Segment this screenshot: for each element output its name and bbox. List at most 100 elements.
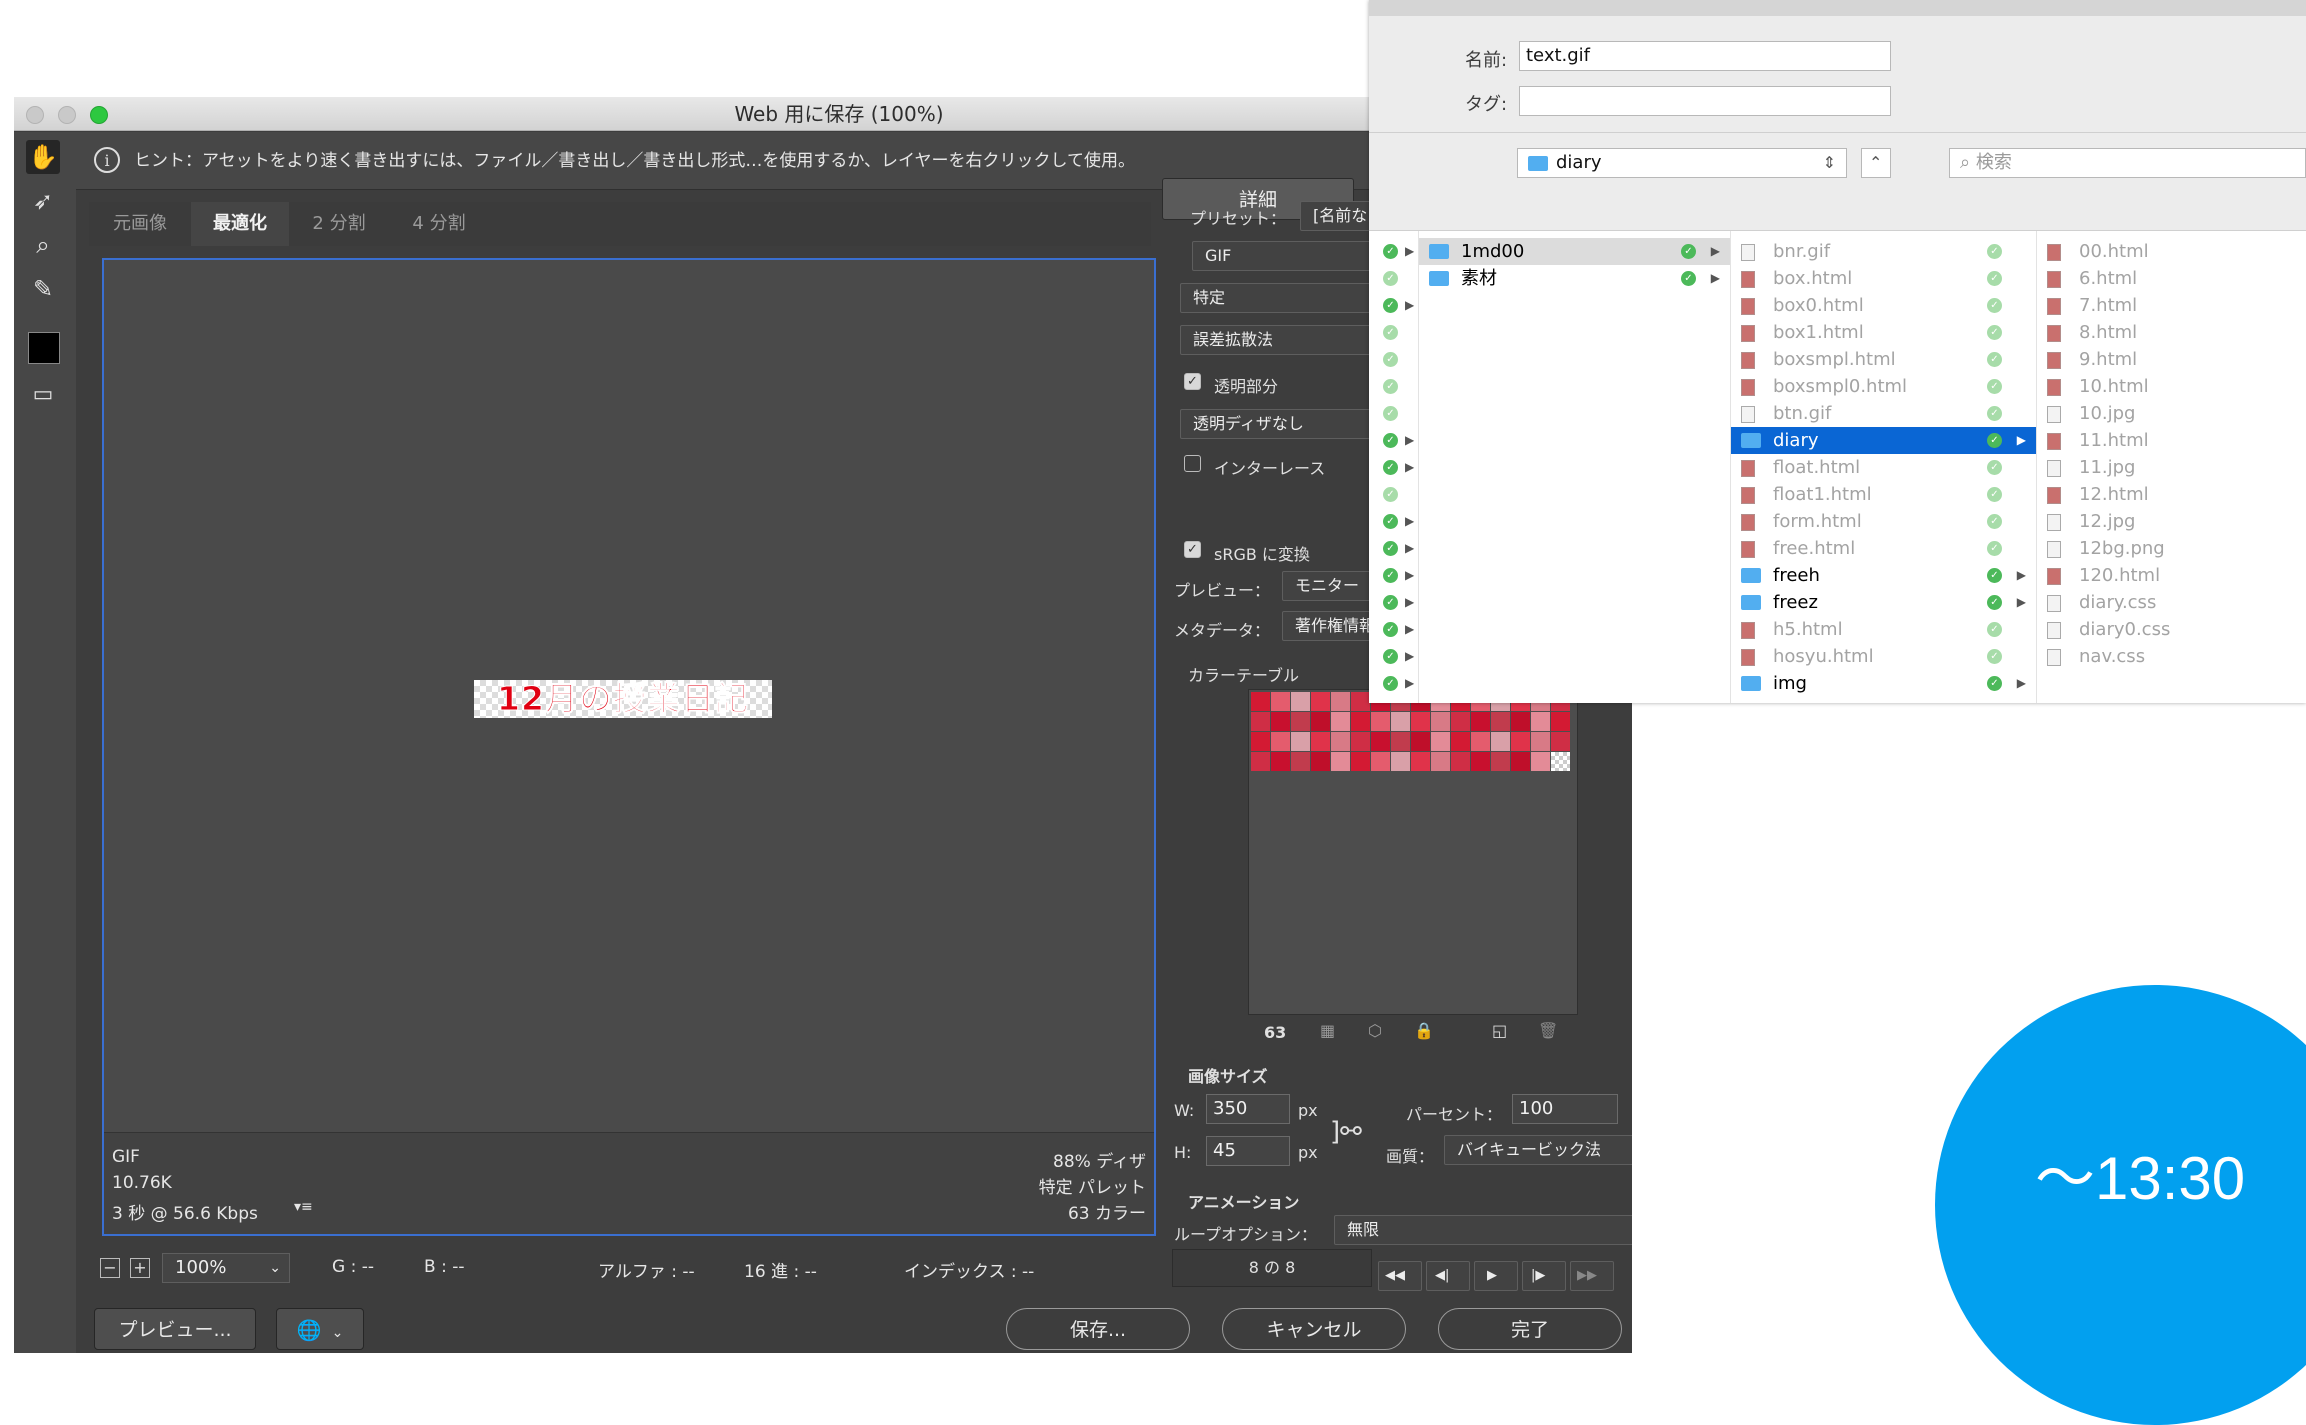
color-swatch[interactable] xyxy=(1411,732,1430,751)
browser-row[interactable]: box.html ✓ xyxy=(1731,265,2036,292)
color-swatch[interactable] xyxy=(1291,752,1310,771)
zoom-out-button[interactable]: − xyxy=(100,1258,120,1278)
trash-icon[interactable]: 🗑 xyxy=(1538,1021,1558,1040)
color-swatch[interactable] xyxy=(1551,712,1570,731)
next-frame-button[interactable]: |▶ xyxy=(1522,1261,1566,1291)
color-swatch[interactable] xyxy=(1251,752,1270,771)
browser-row[interactable]: hosyu.html ✓ xyxy=(1731,643,2036,670)
browser-preview-button[interactable]: 🌐 ⌄ xyxy=(276,1308,364,1350)
browser-row[interactable]: float.html ✓ xyxy=(1731,454,2036,481)
preview-canvas[interactable]: 12月の授業日記 GIF 10.76K 3 秒 @ 56.6 Kbps ▾≡ 8… xyxy=(102,258,1156,1236)
transparency-checkbox[interactable]: ✓ xyxy=(1184,373,1201,390)
browser-row[interactable]: boxsmpl0.html ✓ xyxy=(1731,373,2036,400)
color-swatch[interactable] xyxy=(1251,732,1270,751)
interlace-checkbox[interactable] xyxy=(1184,455,1201,472)
last-frame-button[interactable]: ▶▶ xyxy=(1570,1261,1614,1291)
filename-input[interactable]: text.gif xyxy=(1519,41,1891,71)
browser-row[interactable]: h5.html ✓ xyxy=(1731,616,2036,643)
color-swatch[interactable] xyxy=(1451,752,1470,771)
tags-input[interactable] xyxy=(1519,86,1891,116)
zoom-in-button[interactable]: + xyxy=(130,1258,150,1278)
color-swatch[interactable] xyxy=(1491,712,1510,731)
zoom-select[interactable]: 100% ⌄ xyxy=(162,1253,290,1283)
zoom-tool-icon[interactable]: ⌕ xyxy=(26,228,60,262)
web-snap-icon[interactable]: ▦ xyxy=(1320,1021,1335,1040)
browser-row[interactable]: nav.css xyxy=(2037,643,2306,670)
color-swatch[interactable] xyxy=(1451,712,1470,731)
slice-select-tool-icon[interactable]: ➶ xyxy=(26,184,60,218)
color-swatch[interactable] xyxy=(1551,752,1570,771)
color-swatch[interactable] xyxy=(1411,752,1430,771)
color-swatch[interactable] xyxy=(1371,712,1390,731)
browser-row[interactable]: 1md00 ✓ ▶ xyxy=(1419,238,1730,265)
color-swatch[interactable] xyxy=(1551,732,1570,751)
color-swatch[interactable] xyxy=(1391,732,1410,751)
color-swatch[interactable] xyxy=(1531,752,1550,771)
browser-row[interactable]: 11.html xyxy=(2037,427,2306,454)
color-swatch[interactable] xyxy=(1391,752,1410,771)
browser-row[interactable]: 9.html xyxy=(2037,346,2306,373)
browser-row[interactable]: 素材 ✓ ▶ xyxy=(1419,265,1730,292)
percent-input[interactable]: 100 xyxy=(1512,1094,1618,1124)
lock-color-icon[interactable]: 🔒 xyxy=(1414,1021,1434,1040)
color-swatch[interactable] xyxy=(1411,712,1430,731)
color-swatch[interactable] xyxy=(1271,732,1290,751)
color-swatch[interactable] xyxy=(1351,732,1370,751)
color-swatch[interactable] xyxy=(1511,732,1530,751)
browser-row[interactable]: box1.html ✓ xyxy=(1731,319,2036,346)
browser-row[interactable]: float1.html ✓ xyxy=(1731,481,2036,508)
tab-4-up[interactable]: 4 分割 xyxy=(389,202,489,246)
tab-original[interactable]: 元画像 xyxy=(89,202,191,246)
color-swatch[interactable] xyxy=(1451,732,1470,751)
color-swatch[interactable] xyxy=(1251,712,1270,731)
quality-select[interactable]: バイキュービック法 xyxy=(1444,1135,1632,1165)
browser-row[interactable]: form.html ✓ xyxy=(1731,508,2036,535)
color-swatch[interactable] xyxy=(1331,692,1350,711)
color-swatch[interactable] xyxy=(1291,732,1310,751)
color-swatch[interactable] xyxy=(1291,692,1310,711)
preview-button[interactable]: プレビュー... xyxy=(94,1308,256,1350)
web-shift-icon[interactable]: ⬡ xyxy=(1368,1021,1382,1040)
play-button[interactable]: ▶ xyxy=(1474,1261,1518,1291)
color-swatch[interactable] xyxy=(1351,752,1370,771)
browser-row[interactable]: 8.html xyxy=(2037,319,2306,346)
color-swatch[interactable] xyxy=(1491,752,1510,771)
tab-2-up[interactable]: 2 分割 xyxy=(289,202,389,246)
color-swatch[interactable] xyxy=(1331,732,1350,751)
color-swatch[interactable] xyxy=(1431,752,1450,771)
cancel-button[interactable]: キャンセル xyxy=(1222,1308,1406,1350)
color-swatch[interactable] xyxy=(1311,752,1330,771)
browser-row[interactable]: freeh ✓ ▶ xyxy=(1731,562,2036,589)
srgb-checkbox[interactable]: ✓ xyxy=(1184,541,1201,558)
color-swatch[interactable] xyxy=(1351,712,1370,731)
download-speed-menu-icon[interactable]: ▾≡ xyxy=(294,1199,313,1215)
color-swatch[interactable] xyxy=(1291,712,1310,731)
browser-row[interactable]: 7.html xyxy=(2037,292,2306,319)
browser-row[interactable]: freez ✓ ▶ xyxy=(1731,589,2036,616)
color-swatch[interactable] xyxy=(1511,712,1530,731)
browser-row[interactable]: 00.html xyxy=(2037,238,2306,265)
color-swatch[interactable] xyxy=(1331,752,1350,771)
expand-dialog-button[interactable]: ⌃ xyxy=(1861,148,1891,178)
browser-row[interactable]: 12bg.png xyxy=(2037,535,2306,562)
location-popup[interactable]: diary ⇕ xyxy=(1517,148,1847,178)
save-button[interactable]: 保存... xyxy=(1006,1308,1190,1350)
color-swatch[interactable] xyxy=(1471,732,1490,751)
eyedropper-color-swatch[interactable] xyxy=(28,332,60,364)
color-swatch[interactable] xyxy=(1391,712,1410,731)
color-swatch[interactable] xyxy=(1531,732,1550,751)
color-swatch[interactable] xyxy=(1511,752,1530,771)
browser-row[interactable]: box0.html ✓ xyxy=(1731,292,2036,319)
color-table[interactable] xyxy=(1248,689,1578,1015)
link-proportions-icon[interactable]: ]⚯ xyxy=(1330,1117,1362,1147)
prev-frame-button[interactable]: ◀| xyxy=(1426,1261,1470,1291)
browser-row[interactable]: diary0.css xyxy=(2037,616,2306,643)
browser-row[interactable]: free.html ✓ xyxy=(1731,535,2036,562)
color-swatch[interactable] xyxy=(1311,692,1330,711)
color-swatch[interactable] xyxy=(1371,732,1390,751)
browser-row[interactable]: img ✓ ▶ xyxy=(1731,670,2036,697)
loop-options-select[interactable]: 無限 xyxy=(1334,1215,1632,1245)
browser-row[interactable]: 12.jpg xyxy=(2037,508,2306,535)
done-button[interactable]: 完了 xyxy=(1438,1308,1622,1350)
tab-optimized[interactable]: 最適化 xyxy=(191,202,289,246)
